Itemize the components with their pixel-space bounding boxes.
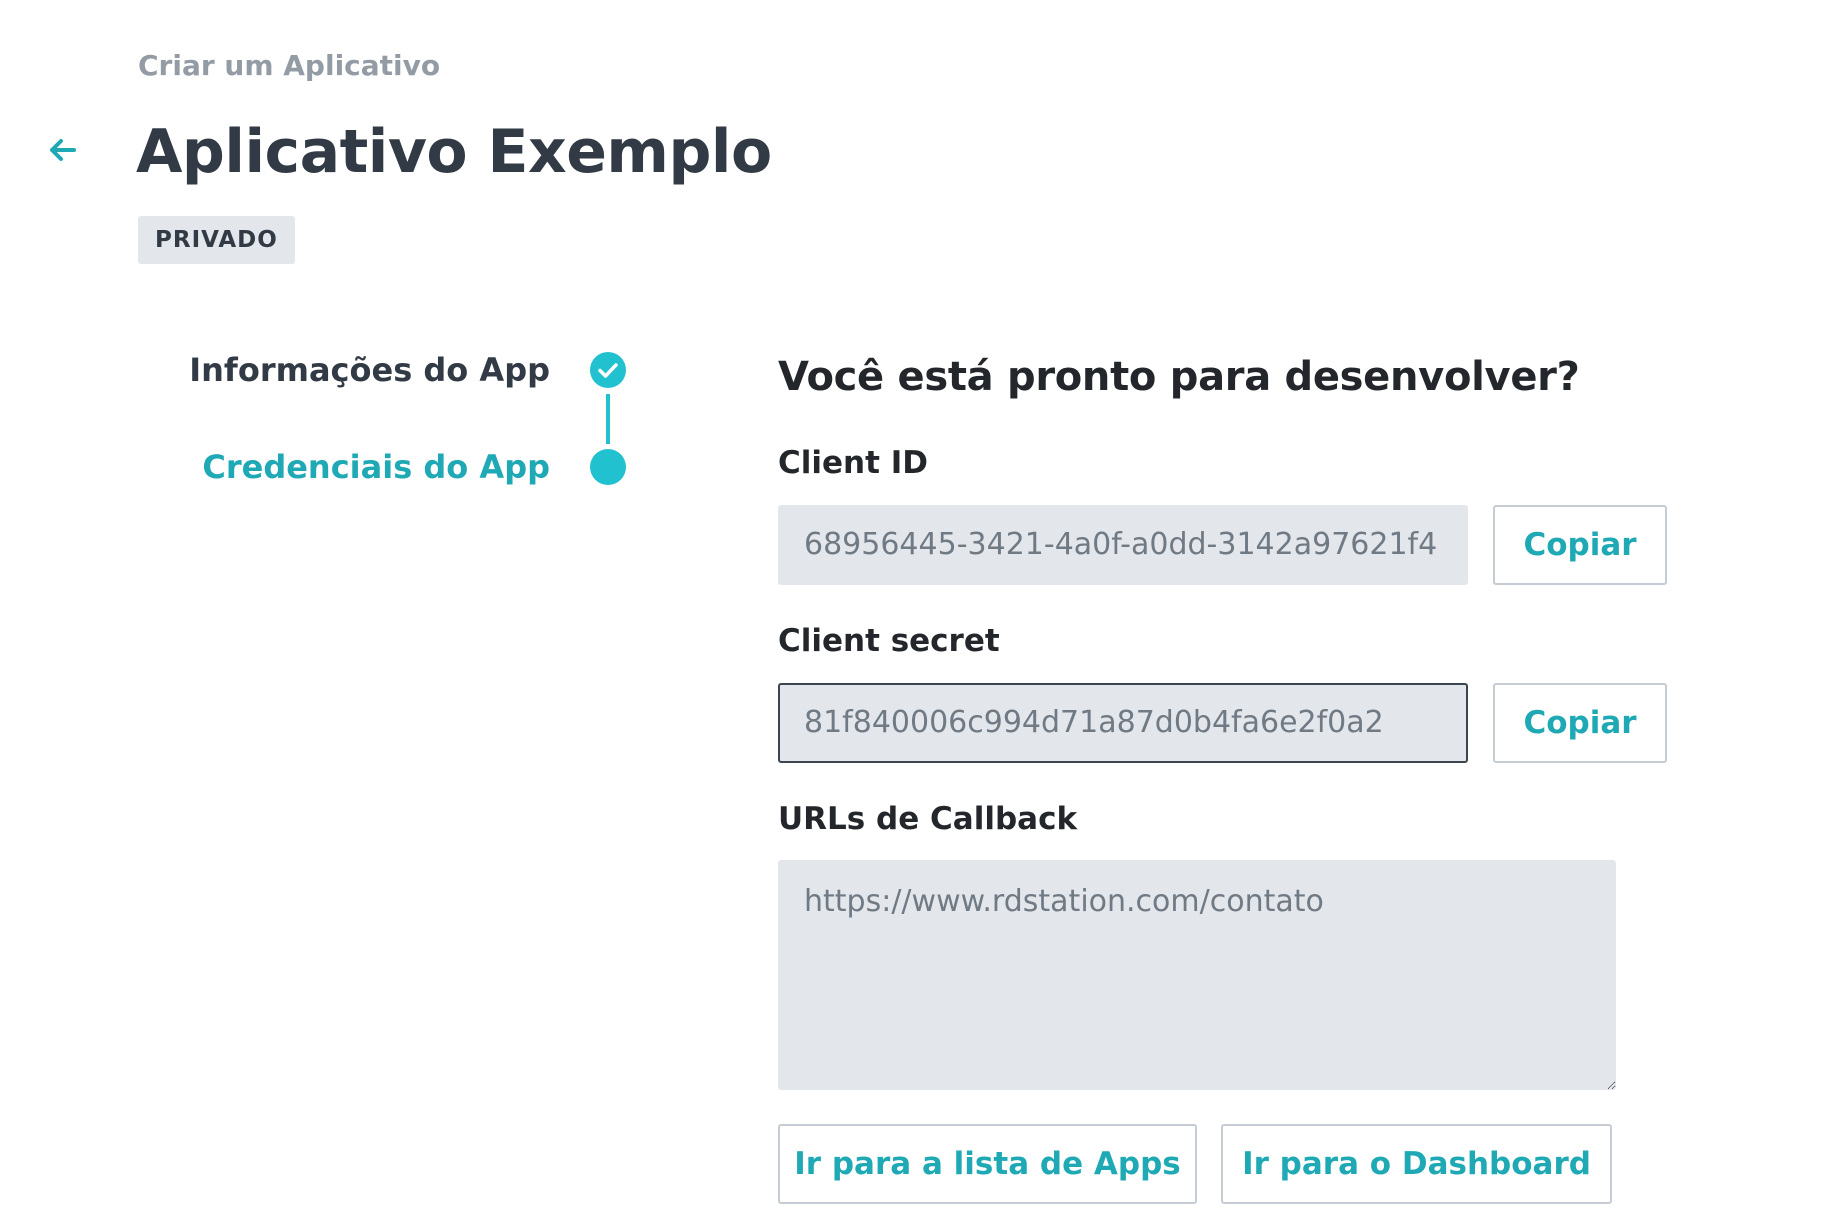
client-id-label: Client ID [778,445,928,481]
step-connector [606,394,610,444]
go-to-apps-list-button[interactable]: Ir para a lista de Apps [778,1124,1197,1204]
copy-client-secret-button[interactable]: Copiar [1493,683,1667,763]
filled-circle-icon [590,449,626,485]
client-id-field[interactable]: 68956445-3421-4a0f-a0dd-3142a97621f4 [778,505,1468,585]
section-heading: Você está pronto para desenvolver? [778,354,1580,400]
client-secret-field[interactable]: 81f840006c994d71a87d0b4fa6e2f0a2 [778,683,1468,763]
callback-urls-textarea[interactable]: https://www.rdstation.com/contato [778,860,1616,1090]
back-arrow-icon[interactable] [44,130,84,170]
check-circle-icon [590,352,626,388]
page-title: Aplicativo Exemplo [136,117,772,187]
go-to-dashboard-button[interactable]: Ir para o Dashboard [1221,1124,1612,1204]
client-secret-label: Client secret [778,623,1000,659]
privacy-badge: PRIVADO [138,216,295,264]
step-label-app-info[interactable]: Informações do App [189,350,550,390]
callback-urls-label: URLs de Callback [778,801,1078,837]
step-label-app-credentials[interactable]: Credenciais do App [202,447,550,487]
copy-client-id-button[interactable]: Copiar [1493,505,1667,585]
breadcrumb: Criar um Aplicativo [138,49,441,82]
